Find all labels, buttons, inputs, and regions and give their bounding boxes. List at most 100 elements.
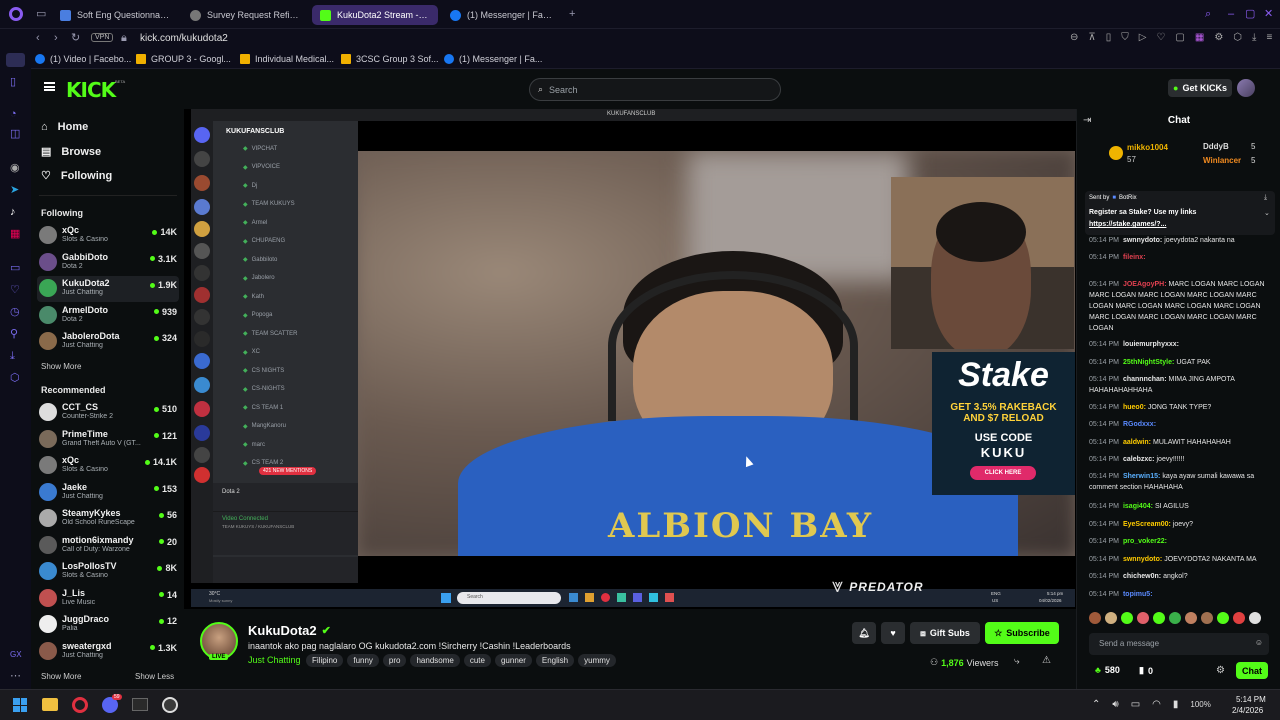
extensions-sidebar-icon[interactable]: ⬡ (10, 373, 20, 384)
category-link[interactable]: Just Chatting (248, 655, 301, 665)
subscribe-button[interactable]: ☆ Subscribe (985, 622, 1059, 644)
server-icon[interactable] (194, 401, 210, 417)
discord-channel[interactable]: ◆ VIPVOICE (243, 164, 280, 171)
stream-tag[interactable]: yummy (578, 654, 616, 667)
discord-channel[interactable]: ◆ CS-NIGHTS (243, 386, 285, 393)
emote-icon[interactable] (1169, 612, 1181, 624)
stream-tag[interactable]: Filipino (306, 654, 344, 667)
discord-channel[interactable]: ◆ Gabbiloto (243, 256, 277, 264)
message-user[interactable]: isagi404: (1123, 503, 1153, 510)
discord-channel[interactable]: ◆ CHUPAENG (243, 238, 285, 245)
send-chat-button[interactable]: Chat (1236, 662, 1268, 679)
message-input[interactable]: Send a message ☺ (1089, 633, 1269, 655)
workspace-icon[interactable] (6, 53, 25, 67)
system-date[interactable]: 2/4/2026 (1232, 706, 1263, 715)
server-icon[interactable] (194, 265, 210, 281)
wallet-sidebar-icon[interactable]: ▭ (10, 263, 20, 274)
notifications-button[interactable]: 🔔︎ (852, 622, 876, 644)
channel-item[interactable]: JaboleroDota Just Chatting 324 (37, 329, 179, 355)
points-display[interactable]: ♣ 580 (1095, 665, 1120, 675)
server-icon[interactable] (194, 243, 210, 259)
shield-icon[interactable]: ⛉ (1121, 32, 1129, 43)
report-icon[interactable]: ⚠ (1042, 655, 1051, 666)
discord-home-icon[interactable] (194, 127, 210, 143)
tabs-icon[interactable]: ▯ (10, 77, 16, 88)
discord-channel[interactable]: ◆ VIPCHAT (243, 145, 277, 153)
server-icon[interactable] (194, 221, 210, 237)
discord-channel[interactable]: ◆ XC (243, 349, 260, 356)
bookmark-messenger[interactable]: (1) Messenger | Fa... (444, 52, 542, 66)
message-user[interactable]: louiemurphyxxx: (1123, 341, 1179, 348)
channel-item[interactable]: sweatergxd Just Chatting 1.3K (37, 639, 179, 665)
more-icon[interactable]: ⋯ (10, 671, 21, 682)
heart-icon[interactable]: ♡ (1156, 32, 1165, 43)
vpn-badge[interactable]: VPN (91, 33, 114, 42)
search-tabs-icon[interactable]: ⌕ (1205, 9, 1211, 20)
server-icon[interactable] (194, 199, 210, 215)
minimize-icon[interactable]: – (1228, 9, 1234, 20)
close-icon[interactable]: ✕ (1264, 9, 1273, 20)
wallet-icon[interactable]: ⬡ (1233, 32, 1242, 43)
emote-icon[interactable] (1249, 612, 1261, 624)
discord-channel[interactable]: ◆ MangKanoru (243, 423, 286, 430)
message-user[interactable]: topimu5: (1123, 591, 1153, 598)
show-more-following[interactable]: Show More (41, 362, 81, 371)
url-field[interactable]: kick.com/kukudota2 (140, 33, 228, 44)
discord-channel[interactable]: ◆ TEAM SCATTER (243, 330, 298, 338)
stream-tag[interactable]: funny (347, 654, 379, 667)
channel-item[interactable]: CCT_CS Counter-Strike 2 510 (37, 400, 179, 426)
tab-questionnaire[interactable]: Soft Eng Questionnaire - G (52, 5, 178, 25)
streamer-name[interactable]: KukuDota2 ✔ (248, 623, 331, 638)
channel-item[interactable]: JuggDraco Palia 12 (37, 612, 179, 638)
message-user[interactable]: aaldwin: (1123, 439, 1151, 446)
discord-channel[interactable]: ◆ CS TEAM 1 (243, 404, 283, 412)
menu-icon[interactable]: ≡ (1266, 32, 1272, 43)
bookmark-icon[interactable]: ▯ (1106, 32, 1112, 43)
message-user[interactable]: channnchan: (1123, 376, 1167, 383)
tray-chevron-icon[interactable]: ⌃ (1092, 699, 1100, 710)
server-icon[interactable] (194, 467, 210, 483)
play-icon[interactable]: ▷ (1139, 32, 1147, 43)
top-user-2[interactable]: DddyB (1203, 142, 1229, 151)
aria-icon[interactable]: ◔ (10, 109, 17, 120)
show-more-recommended[interactable]: Show More (41, 672, 81, 681)
stream-tag[interactable]: English (535, 654, 575, 667)
terminal-taskbar-icon[interactable] (132, 698, 148, 711)
emote-icon[interactable] (1201, 612, 1213, 624)
search-input[interactable]: ⌕ Search (529, 78, 781, 101)
discord-channel[interactable]: ◆ Jabolero (243, 275, 275, 282)
bookmark-medical[interactable]: Individual Medical... (240, 52, 334, 66)
message-user[interactable]: 25thNightStyle: (1123, 359, 1174, 366)
show-less-recommended[interactable]: Show Less (135, 672, 174, 681)
channel-item[interactable]: motion6ixmandy Call of Duty: Warzone 20 (37, 533, 179, 559)
opera-taskbar-icon[interactable] (72, 697, 88, 713)
wifi-icon[interactable]: ◠ (1152, 699, 1161, 710)
gift-subs-button[interactable]: ⧈ Gift Subs (910, 622, 980, 644)
discord-channel[interactable]: ◆ marc (243, 441, 265, 449)
unpin-icon[interactable]: ⤓ (1264, 194, 1267, 202)
channel-item[interactable]: J_Lis Live Music 14 (37, 586, 179, 612)
emote-icon[interactable] (1233, 612, 1245, 624)
emoji-icon[interactable]: ☺ (1255, 638, 1263, 647)
snapshot-icon[interactable]: ▢ (1175, 32, 1184, 43)
stake-ad[interactable]: Stake GET 3.5% RAKEBACK AND $7 RELOAD US… (932, 352, 1075, 495)
opera-logo-icon[interactable] (9, 7, 23, 21)
telegram-icon[interactable]: ➤ (10, 185, 19, 196)
download-icon[interactable]: ⤓ (1252, 32, 1256, 43)
discord-channel[interactable]: ◆ Dj (243, 182, 257, 190)
forward-icon[interactable]: › (54, 33, 58, 44)
channel-item[interactable]: PrimeTime Grand Theft Auto V (GT... 121 (37, 427, 179, 453)
stream-tag[interactable]: gunner (494, 654, 532, 667)
channel-item[interactable]: LosPollosTV Slots & Casino 8K (37, 559, 179, 585)
expand-pinned-icon[interactable]: ⌄ (1264, 209, 1270, 217)
new-tab-icon[interactable]: + (569, 9, 575, 20)
pinned-link[interactable]: https://stake.games/?... (1089, 221, 1166, 228)
channel-item[interactable]: Jaeke Just Chatting 153 (37, 480, 179, 506)
emote-icon[interactable] (1153, 612, 1165, 624)
top-user-1[interactable]: mikko1004 (1127, 143, 1168, 152)
message-user[interactable]: hueo0: (1123, 404, 1146, 411)
nav-home[interactable]: ⌂ Home (41, 121, 88, 133)
follow-button[interactable]: ♥ (881, 622, 905, 644)
kicks-display[interactable]: ▮ 0 (1139, 665, 1153, 676)
tab-survey[interactable]: Survey Request Refineme (182, 5, 308, 25)
